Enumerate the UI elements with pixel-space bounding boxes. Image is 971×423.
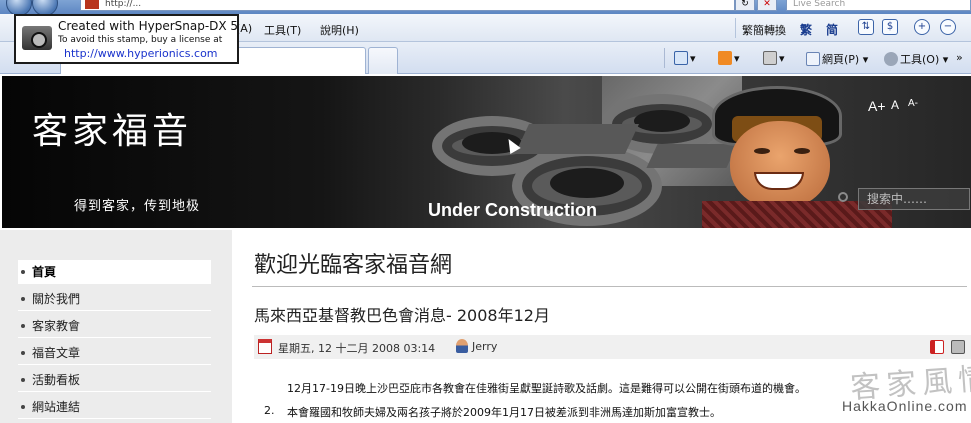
eye-shape: [754, 148, 770, 154]
sidebar-item-events[interactable]: 活動看板: [18, 368, 211, 392]
convert-selection-icon[interactable]: $: [882, 19, 898, 35]
site-favicon-icon: [85, 0, 99, 9]
hypersnap-stamp: Created with HyperSnap-DX 5 To avoid thi…: [14, 14, 239, 64]
stamp-link[interactable]: http://www.hyperionics.com: [64, 47, 218, 60]
article-paragraph: 本會羅國和牧師夫婦及兩名孩子將於2009年1月17日被差派到非洲馬達加斯加富宣教…: [287, 406, 721, 419]
menu-item-help[interactable]: 說明(H): [320, 22, 359, 38]
menu-divider: [735, 18, 736, 38]
site-title[interactable]: 客家福音: [32, 102, 192, 154]
gear-icon: [884, 52, 898, 66]
title-divider: [252, 286, 967, 287]
address-bar: http://... ↻ ✕ Live Search: [0, 0, 971, 16]
font-reset-button[interactable]: A: [891, 98, 899, 112]
home-icon: [674, 51, 688, 65]
tulou-roof: [515, 124, 639, 154]
user-icon: [456, 339, 468, 353]
page-title: 歡迎光臨客家福音網: [254, 253, 453, 278]
tools-menu-button[interactable]: 工具(O) ▾: [884, 51, 948, 67]
chevron-more-icon[interactable]: »: [956, 51, 963, 64]
browser-window: http://... ↻ ✕ Live Search (A) 工具(T) 說明(…: [0, 0, 971, 423]
article-date: 星期五, 12 十二月 2008 03:14: [278, 342, 436, 355]
eye-shape: [794, 148, 810, 154]
traditional-button[interactable]: 繁: [800, 21, 812, 38]
face-shape: [730, 121, 830, 209]
search-icon: [838, 192, 848, 202]
camera-icon: [22, 26, 52, 50]
refresh-button[interactable]: ↻: [735, 0, 755, 11]
zoom-out-icon[interactable]: −: [940, 19, 956, 35]
page-menu-button[interactable]: 網頁(P) ▾: [806, 51, 868, 67]
convert-page-icon[interactable]: ⇅: [858, 19, 874, 35]
search-input[interactable]: 搜索中……: [858, 188, 970, 210]
new-tab-button[interactable]: [368, 47, 398, 74]
site-slogan: 得到客家，传到地极: [74, 199, 201, 214]
font-increase-button[interactable]: A+: [868, 98, 886, 114]
font-decrease-button[interactable]: A-: [908, 98, 918, 109]
article-paragraph: 12月17-19日晚上沙巴亞庇市各教會在佳雅街呈獻聖誕詩歌及話劇。這是難得可以公…: [287, 382, 806, 395]
page-menu-label: 網頁(P): [822, 53, 860, 66]
article-author: Jerry: [472, 340, 498, 353]
home-button[interactable]: ▾: [674, 51, 696, 65]
stamp-line-2: To avoid this stamp, buy a license at: [58, 35, 223, 45]
stamp-line-1: Created with HyperSnap-DX 5: [58, 19, 239, 33]
rss-icon: [718, 51, 732, 65]
calendar-icon: [258, 339, 272, 354]
site-banner: 客家福音 得到客家，传到地极 Under Construction A+ A A…: [2, 76, 971, 228]
print-icon[interactable]: [951, 340, 965, 354]
article-meta-bar: 星期五, 12 十二月 2008 03:14 Jerry: [254, 335, 971, 359]
url-text: http://...: [105, 0, 142, 9]
stop-button[interactable]: ✕: [757, 0, 777, 11]
conversion-label: 繁簡轉換: [742, 24, 786, 37]
sidebar-item-home[interactable]: 首頁: [18, 260, 211, 284]
article-title[interactable]: 馬來西亞基督教巴色會消息- 2008年12月: [254, 302, 550, 326]
zoom-in-icon[interactable]: +: [914, 19, 930, 35]
under-construction-label: Under Construction: [428, 200, 597, 220]
live-search-input[interactable]: Live Search: [786, 0, 971, 11]
tools-menu-label: 工具(O): [900, 53, 940, 66]
simplified-button[interactable]: 简: [826, 21, 838, 38]
watermark-english: HakkaOnline.com: [842, 398, 968, 414]
feeds-button[interactable]: ▾: [718, 51, 740, 65]
url-input[interactable]: http://...: [80, 0, 735, 11]
print-button[interactable]: ▾: [763, 51, 785, 65]
list-number: 2.: [264, 404, 275, 417]
tulou-courtyard: [634, 110, 690, 132]
sidebar-item-churches[interactable]: 客家教會: [18, 314, 211, 338]
command-divider: [664, 48, 665, 68]
sidebar-item-articles[interactable]: 福音文章: [18, 341, 211, 365]
pdf-icon[interactable]: [930, 340, 944, 354]
tulou-courtyard: [550, 168, 624, 198]
sidebar-item-about[interactable]: 關於我們: [18, 287, 211, 311]
page-icon: [806, 52, 820, 66]
sidebar-nav: 首頁 關於我們 客家教會 福音文章 活動看板 網站連結: [0, 230, 232, 423]
sidebar-item-links[interactable]: 網站連結: [18, 395, 211, 419]
menu-item-tools[interactable]: 工具(T): [264, 22, 301, 38]
print-icon: [763, 51, 777, 65]
